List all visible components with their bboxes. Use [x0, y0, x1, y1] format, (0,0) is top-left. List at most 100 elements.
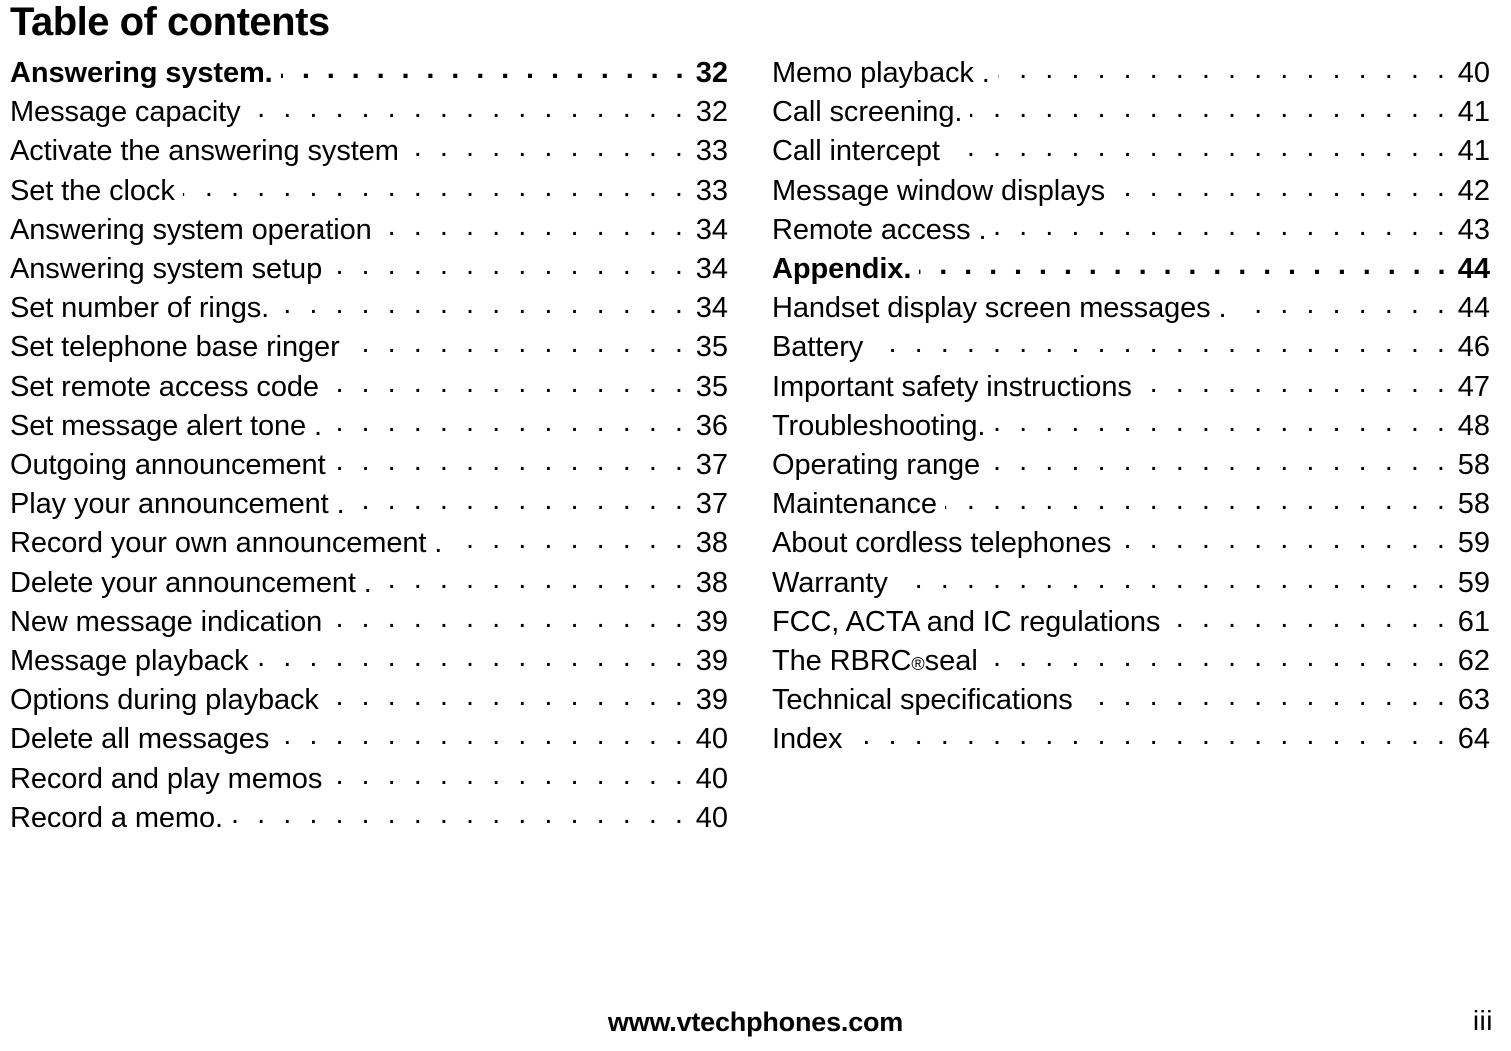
toc-entry[interactable]: Answering system setup 34 — [10, 250, 728, 289]
toc-entry[interactable]: Set number of rings. 34 — [10, 289, 728, 328]
toc-entry-label: Delete all messages — [10, 723, 270, 756]
toc-entry-label: Memo playback . — [772, 57, 990, 89]
toc-entry-page-number: 35 — [695, 370, 728, 403]
toc-entry[interactable]: Delete your announcement . 38 — [10, 564, 728, 603]
toc-entry[interactable]: Appendix. 44 — [772, 250, 1490, 289]
toc-entry-page-number: 63 — [1457, 684, 1490, 717]
toc-entry[interactable]: Record a memo. 40 — [10, 799, 728, 838]
toc-entry[interactable]: Set remote access code 35 — [10, 368, 728, 407]
toc-dot-leader — [330, 409, 688, 435]
toc-dot-leader — [334, 448, 688, 474]
toc-dot-leader — [993, 409, 1450, 435]
toc-dot-leader — [330, 762, 688, 788]
toc-entry-page-number: 38 — [695, 527, 728, 560]
toc-entry[interactable]: Operating range 58 — [772, 446, 1490, 485]
toc-columns: Answering system.32Message capacity32Act… — [10, 54, 1501, 838]
toc-dot-leader — [380, 566, 688, 592]
toc-entry-label-suffix: seal — [924, 645, 978, 678]
toc-entry[interactable]: Set message alert tone . 36 — [10, 407, 728, 446]
toc-entry-label: The RBRC — [772, 645, 912, 678]
toc-entry-label: Index — [772, 723, 843, 756]
toc-entry-page-number: 58 — [1457, 488, 1490, 521]
toc-entry[interactable]: Troubleshooting. 48 — [772, 407, 1490, 446]
toc-entry[interactable]: Technical specifications 63 — [772, 681, 1490, 720]
toc-entry[interactable]: Options during playback 39 — [10, 681, 728, 720]
toc-entry[interactable]: Record your own announcement . 38 — [10, 524, 728, 563]
toc-entry[interactable]: Call intercept 41 — [772, 132, 1490, 171]
toc-entry[interactable]: Outgoing announcement 37 — [10, 446, 728, 485]
toc-entry-label: Delete your announcement . — [10, 566, 372, 599]
toc-entry[interactable]: Message capacity 32 — [10, 93, 728, 132]
toc-entry[interactable]: Record and play memos 40 — [10, 760, 728, 799]
toc-entry[interactable]: New message indication 39 — [10, 603, 728, 642]
page-footer: www.vtechphones.com iii — [0, 1003, 1511, 1043]
toc-entry[interactable]: Remote access . 43 — [772, 211, 1490, 250]
toc-entry-page-number: 35 — [695, 331, 728, 364]
toc-entry-page-number: 59 — [1457, 566, 1490, 599]
toc-entry-label: Set telephone base ringer — [10, 331, 340, 364]
toc-entry[interactable]: The RBRC® seal62 — [772, 642, 1490, 681]
toc-entry[interactable]: Answering system operation 34 — [10, 211, 728, 250]
toc-entry-page-number: 44 — [1457, 253, 1490, 286]
toc-entry-label: Answering system setup — [10, 253, 323, 286]
toc-dot-leader — [353, 487, 688, 513]
toc-entry-label: Activate the answering system — [10, 135, 399, 168]
toc-entry[interactable]: Answering system. 32 — [10, 54, 728, 93]
toc-dot-leader — [277, 722, 688, 748]
toc-entry-label: Handset display screen messages . — [772, 292, 1227, 325]
toc-entry[interactable]: Message window displays 42 — [772, 172, 1490, 211]
toc-entry[interactable]: Warranty 59 — [772, 564, 1490, 603]
toc-dot-leader — [988, 448, 1450, 474]
toc-dot-leader — [380, 213, 688, 239]
toc-entry[interactable]: Set telephone base ringer 35 — [10, 328, 728, 367]
toc-entry[interactable]: Maintenance 58 — [772, 485, 1490, 524]
toc-entry[interactable]: Set the clock 33 — [10, 172, 728, 211]
toc-dot-leader — [348, 330, 688, 356]
toc-entry-label: Record a memo. — [10, 801, 223, 834]
toc-dot-leader — [970, 95, 1450, 121]
toc-entry[interactable]: Call screening. 41 — [772, 93, 1490, 132]
toc-entry[interactable]: Index 64 — [772, 720, 1490, 759]
toc-column-left: Answering system.32Message capacity32Act… — [10, 54, 728, 838]
toc-dot-leader — [871, 330, 1450, 356]
toc-entry-label: Answering system operation — [10, 213, 372, 246]
toc-entry-page-number: 61 — [1457, 605, 1490, 638]
toc-entry[interactable]: Important safety instructions 47 — [772, 368, 1490, 407]
toc-entry-page-number: 39 — [695, 645, 728, 678]
toc-dot-leader — [919, 252, 1450, 278]
toc-dot-leader — [896, 566, 1450, 592]
toc-entry-page-number: 40 — [695, 762, 728, 795]
toc-entry-page-number: 33 — [695, 135, 728, 168]
toc-dot-leader — [948, 134, 1450, 160]
toc-entry-label: Play your announcement . — [10, 488, 345, 521]
toc-entry-label: Maintenance — [772, 488, 937, 521]
toc-entry[interactable]: Message playback 39 — [10, 642, 728, 681]
toc-entry[interactable]: Battery 46 — [772, 328, 1490, 367]
toc-dot-leader — [1168, 605, 1450, 631]
toc-entry-page-number: 32 — [695, 57, 728, 89]
toc-entry[interactable]: Handset display screen messages . 44 — [772, 289, 1490, 328]
toc-entry-label: Operating range — [772, 449, 981, 482]
toc-entry-page-number: 32 — [695, 96, 728, 129]
toc-entry[interactable]: About cordless telephones 59 — [772, 524, 1490, 563]
toc-entry-page-number: 34 — [695, 213, 728, 246]
footer-website[interactable]: www.vtechphones.com — [0, 1007, 1511, 1038]
toc-dot-leader — [1140, 370, 1450, 396]
toc-entry[interactable]: Activate the answering system 33 — [10, 132, 728, 171]
toc-entry[interactable]: FCC, ACTA and IC regulations 61 — [772, 603, 1490, 642]
toc-entry-page-number: 38 — [695, 566, 728, 599]
toc-dot-leader — [1234, 291, 1450, 317]
toc-entry-label: Set message alert tone . — [10, 409, 322, 442]
toc-entry[interactable]: Memo playback . 40 — [772, 54, 1490, 93]
toc-dot-leader — [183, 174, 688, 200]
toc-entry-page-number: 41 — [1457, 135, 1490, 168]
toc-dot-leader — [450, 526, 688, 552]
toc-entry-page-number: 41 — [1457, 96, 1490, 129]
toc-entry-page-number: 47 — [1457, 370, 1490, 403]
toc-entry[interactable]: Delete all messages 40 — [10, 720, 728, 759]
toc-entry-page-number: 62 — [1457, 645, 1490, 678]
toc-entry-label: Set number of rings. — [10, 292, 270, 325]
toc-entry-page-number: 43 — [1457, 213, 1490, 246]
toc-dot-leader — [986, 644, 1450, 670]
toc-entry[interactable]: Play your announcement . 37 — [10, 485, 728, 524]
